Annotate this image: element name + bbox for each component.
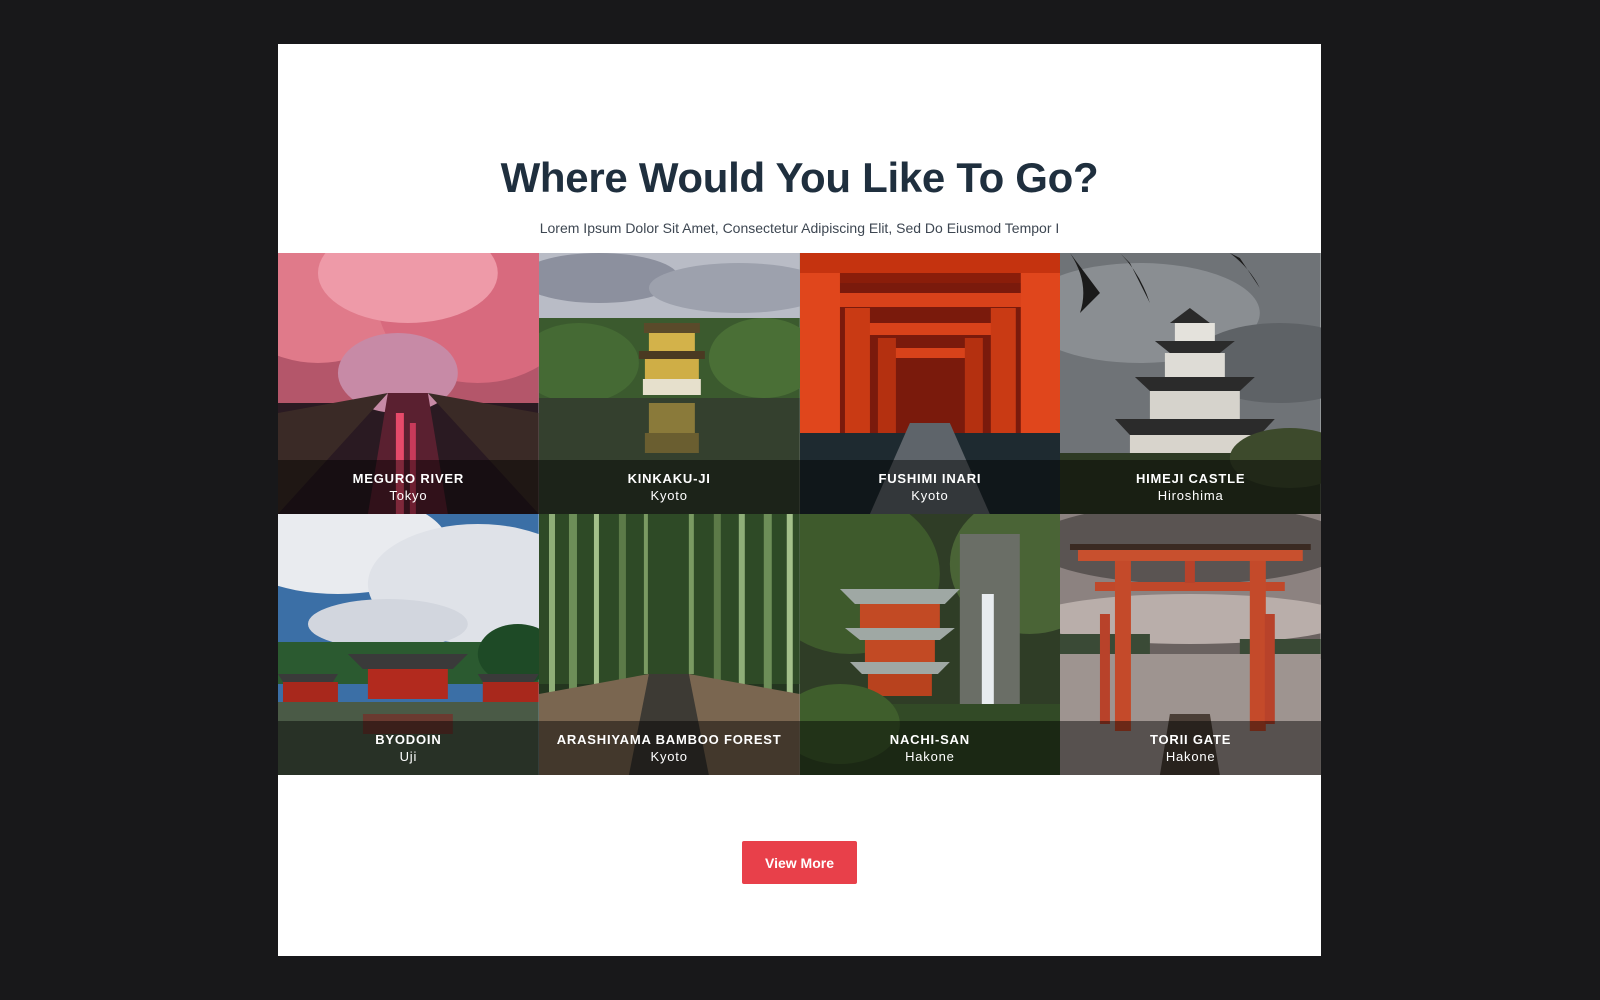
destination-city: Hiroshima	[1157, 487, 1224, 503]
section-title: Where Would You Like To Go?	[500, 154, 1099, 201]
view-more-button[interactable]: View More	[742, 841, 857, 884]
destination-caption: ARASHIYAMA BAMBOO FOREST Kyoto	[538, 721, 800, 775]
destination-caption: BYODOIN Uji	[278, 721, 539, 775]
destination-city: Uji	[399, 748, 418, 764]
destination-city: Hakone	[905, 748, 955, 764]
destination-card-fushimi-inari[interactable]: FUSHIMI INARI Kyoto	[799, 253, 1061, 514]
destination-name: FUSHIMI INARI	[878, 470, 982, 486]
destination-card-himeji-castle[interactable]: HIMEJI CASTLE Hiroshima	[1060, 253, 1321, 514]
destination-grid: MEGURO RIVER Tokyo KINKAKU-JI Kyoto FUSH…	[278, 253, 1321, 775]
destination-card-meguro-river[interactable]: MEGURO RIVER Tokyo	[278, 253, 539, 514]
destination-name: HIMEJI CASTLE	[1135, 470, 1246, 486]
destination-city: Kyoto	[650, 487, 688, 503]
destination-caption: KINKAKU-JI Kyoto	[538, 460, 800, 514]
destination-card-torii-gate[interactable]: TORII GATE Hakone	[1060, 514, 1321, 775]
destination-name: NACHI-SAN	[889, 731, 970, 747]
destination-caption: MEGURO RIVER Tokyo	[278, 460, 539, 514]
destination-name: ARASHIYAMA BAMBOO FOREST	[556, 731, 782, 747]
destinations-section: Where Would You Like To Go? Lorem Ipsum …	[278, 44, 1321, 956]
destination-card-byodoin[interactable]: BYODOIN Uji	[278, 514, 539, 775]
destination-city: Kyoto	[911, 487, 949, 503]
destination-card-arashiyama-bamboo-forest[interactable]: ARASHIYAMA BAMBOO FOREST Kyoto	[538, 514, 800, 775]
destination-card-kinkaku-ji[interactable]: KINKAKU-JI Kyoto	[538, 253, 800, 514]
destination-caption: TORII GATE Hakone	[1060, 721, 1321, 775]
destination-card-nachi-san[interactable]: NACHI-SAN Hakone	[799, 514, 1061, 775]
destination-caption: FUSHIMI INARI Kyoto	[799, 460, 1061, 514]
destination-name: MEGURO RIVER	[352, 470, 465, 486]
destination-caption: NACHI-SAN Hakone	[799, 721, 1061, 775]
destination-city: Hakone	[1165, 748, 1216, 764]
destination-caption: HIMEJI CASTLE Hiroshima	[1060, 460, 1321, 514]
destination-city: Tokyo	[389, 487, 428, 503]
destination-city: Kyoto	[650, 748, 688, 764]
destination-name: BYODOIN	[375, 731, 442, 747]
destination-name: TORII GATE	[1150, 731, 1232, 747]
destination-name: KINKAKU-JI	[627, 470, 711, 486]
section-subtitle: Lorem Ipsum Dolor Sit Amet, Consectetur …	[539, 220, 1060, 236]
